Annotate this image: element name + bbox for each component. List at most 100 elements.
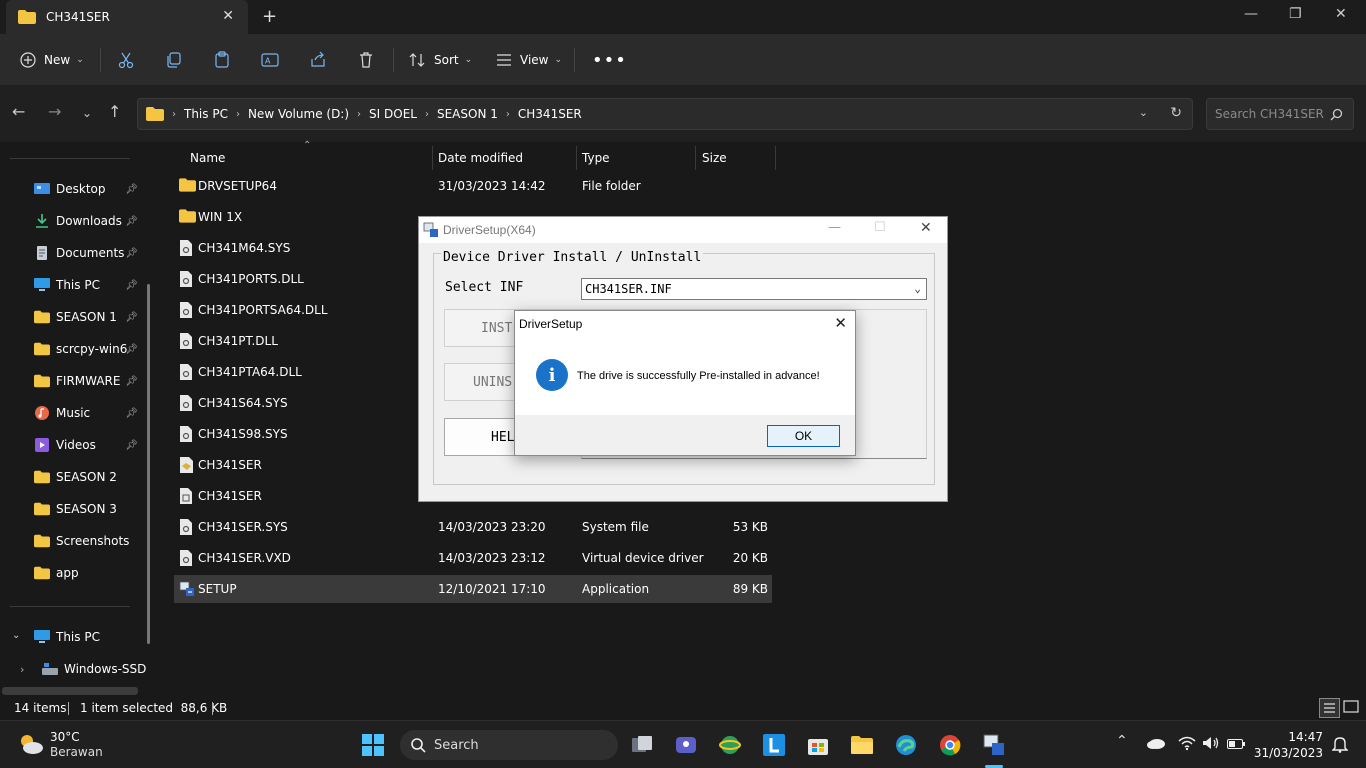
search-input[interactable]: Search CH341SER: [1206, 98, 1354, 130]
sidebar-item-screenshots[interactable]: Screenshots: [34, 531, 144, 551]
folder-icon: [34, 566, 50, 580]
sidebar-item-season-2[interactable]: SEASON 2: [34, 467, 144, 487]
clock-date[interactable]: 31/03/2023: [1254, 746, 1323, 760]
show-hidden-icons[interactable]: ⌃: [1116, 733, 1128, 749]
maps-app-icon[interactable]: [718, 733, 742, 757]
expand-this-pc-icon[interactable]: ⌄: [12, 630, 20, 641]
sidebar-item-downloads[interactable]: Downloads 📌︎: [34, 211, 144, 231]
edge-browser-icon[interactable]: [894, 733, 918, 757]
weather-widget[interactable]: [16, 729, 46, 759]
more-options-icon[interactable]: •••: [592, 48, 627, 72]
catalog-file-icon: [180, 488, 192, 504]
l-app-icon[interactable]: [762, 733, 786, 757]
pin-icon: 📌︎: [125, 247, 138, 259]
table-row[interactable]: DRVSETUP64 31/03/2023 14:42 File folder: [174, 172, 772, 200]
task-view-icon[interactable]: [630, 733, 654, 757]
new-tab-button[interactable]: +: [262, 6, 277, 27]
sidebar-item-scrcpy[interactable]: scrcpy-win64 📌︎: [34, 339, 144, 359]
address-bar[interactable]: › This PC › New Volume (D:) › SI DOEL › …: [137, 98, 1193, 130]
cut-icon[interactable]: [117, 48, 135, 72]
system-file-icon: [180, 426, 192, 442]
column-header-size[interactable]: Size: [702, 146, 727, 170]
tree-item-windows-ssd[interactable]: Windows-SSD: [42, 659, 152, 679]
sidebar-item-firmware[interactable]: FIRMWARE 📌︎: [34, 371, 144, 391]
copy-icon[interactable]: [165, 48, 183, 72]
chrome-browser-icon[interactable]: [938, 733, 962, 757]
minimize-icon[interactable]: —: [1244, 6, 1258, 22]
sidebar-item-this-pc[interactable]: This PC 📌︎: [34, 275, 144, 295]
store-icon[interactable]: [806, 733, 830, 757]
system-file-icon: [180, 240, 192, 256]
start-button[interactable]: [361, 733, 385, 757]
maximize-icon[interactable]: ☐: [874, 220, 886, 235]
refresh-icon[interactable]: ↻: [1170, 105, 1182, 121]
minimize-icon[interactable]: —: [828, 220, 841, 235]
table-row[interactable]: CH341SER.VXD 14/03/2023 23:12 Virtual de…: [174, 544, 772, 572]
desktop-icon: [34, 183, 50, 194]
notification-icon[interactable]: [1331, 735, 1349, 756]
forward-icon[interactable]: →: [48, 102, 61, 121]
expand-windows-ssd-icon[interactable]: ›: [20, 663, 24, 676]
back-icon[interactable]: ←: [12, 102, 25, 121]
meet-icon[interactable]: [674, 733, 698, 757]
battery-icon[interactable]: [1227, 738, 1245, 752]
clock-time[interactable]: 14:47: [1288, 730, 1323, 744]
breadcrumb-ch341ser[interactable]: CH341SER: [518, 107, 582, 121]
sidebar-item-season-1[interactable]: SEASON 1 📌︎: [34, 307, 144, 327]
up-icon[interactable]: ↑: [108, 102, 121, 121]
share-icon[interactable]: [309, 48, 327, 72]
onedrive-icon[interactable]: [1146, 736, 1166, 753]
column-header-type[interactable]: Type: [582, 146, 610, 170]
sidebar-scrollbar[interactable]: [147, 284, 150, 644]
ok-button[interactable]: OK: [767, 425, 840, 447]
file-explorer-icon[interactable]: [850, 733, 874, 757]
sidebar-item-documents[interactable]: Documents 📌︎: [34, 243, 144, 263]
view-button[interactable]: View ⌄: [496, 48, 562, 72]
volume-icon[interactable]: [1202, 735, 1220, 754]
close-icon[interactable]: ✕: [834, 314, 847, 332]
column-header-name[interactable]: Name: [190, 146, 225, 170]
breadcrumb-new-volume[interactable]: New Volume (D:): [248, 107, 349, 121]
details-view-icon[interactable]: [1319, 698, 1340, 718]
breadcrumb-season-1[interactable]: SEASON 1: [437, 107, 498, 121]
delete-icon[interactable]: [357, 48, 375, 72]
folder-icon: [34, 342, 50, 356]
selection-info: 1 item selected 88,6 KB: [80, 701, 228, 715]
message-box: DriverSetup ✕ i The drive is successfull…: [514, 310, 856, 456]
dll-file-icon: [180, 302, 192, 318]
command-bar: New ⌄ A Sort ⌄ View ⌄ •••: [0, 34, 1366, 86]
close-icon[interactable]: ✕: [920, 220, 932, 236]
computer-icon: [34, 630, 50, 643]
tiles-view-icon[interactable]: [1342, 698, 1360, 718]
address-dropdown-icon[interactable]: ⌄: [1139, 106, 1148, 119]
recent-locations-icon[interactable]: ⌄: [82, 106, 92, 120]
close-tab-icon[interactable]: ✕: [222, 8, 234, 24]
search-placeholder: Search CH341SER: [1215, 107, 1324, 121]
table-row-selected[interactable]: SETUP 12/10/2021 17:10 Application 89 KB: [174, 575, 772, 603]
table-row[interactable]: CH341SER.SYS 14/03/2023 23:20 System fil…: [174, 513, 772, 541]
sidebar-item-music[interactable]: Music 📌︎: [34, 403, 144, 423]
inf-select[interactable]: CH341SER.INF ⌄: [581, 278, 927, 300]
wifi-icon[interactable]: [1178, 735, 1196, 754]
tab-ch341ser[interactable]: CH341SER ✕: [6, 0, 248, 34]
driver-setup-title-bar[interactable]: DriverSetup(X64) — ☐ ✕: [419, 217, 947, 243]
breadcrumb-this-pc[interactable]: This PC: [184, 107, 228, 121]
sidebar-horizontal-scrollbar[interactable]: [2, 687, 138, 695]
restore-icon[interactable]: ❐: [1289, 6, 1302, 22]
folder-icon: [179, 209, 196, 223]
sidebar-item-season-3[interactable]: SEASON 3: [34, 499, 144, 519]
taskbar-search[interactable]: Search: [400, 730, 618, 760]
rename-icon[interactable]: A: [261, 48, 279, 72]
paste-icon[interactable]: [213, 48, 231, 72]
sidebar-item-desktop[interactable]: Desktop 📌︎: [34, 179, 144, 199]
sort-button[interactable]: Sort ⌄: [408, 48, 472, 72]
tree-item-this-pc[interactable]: This PC: [34, 627, 144, 647]
sidebar-item-app[interactable]: app: [34, 563, 144, 583]
breadcrumb-si-doel[interactable]: SI DOEL: [369, 107, 417, 121]
driver-setup-taskbar-icon[interactable]: [982, 733, 1006, 757]
close-window-icon[interactable]: ✕: [1335, 6, 1347, 22]
pin-icon: 📌︎: [125, 407, 138, 419]
new-button[interactable]: New ⌄: [20, 48, 84, 72]
sidebar-item-videos[interactable]: Videos 📌︎: [34, 435, 144, 455]
column-header-date[interactable]: Date modified: [438, 146, 523, 170]
